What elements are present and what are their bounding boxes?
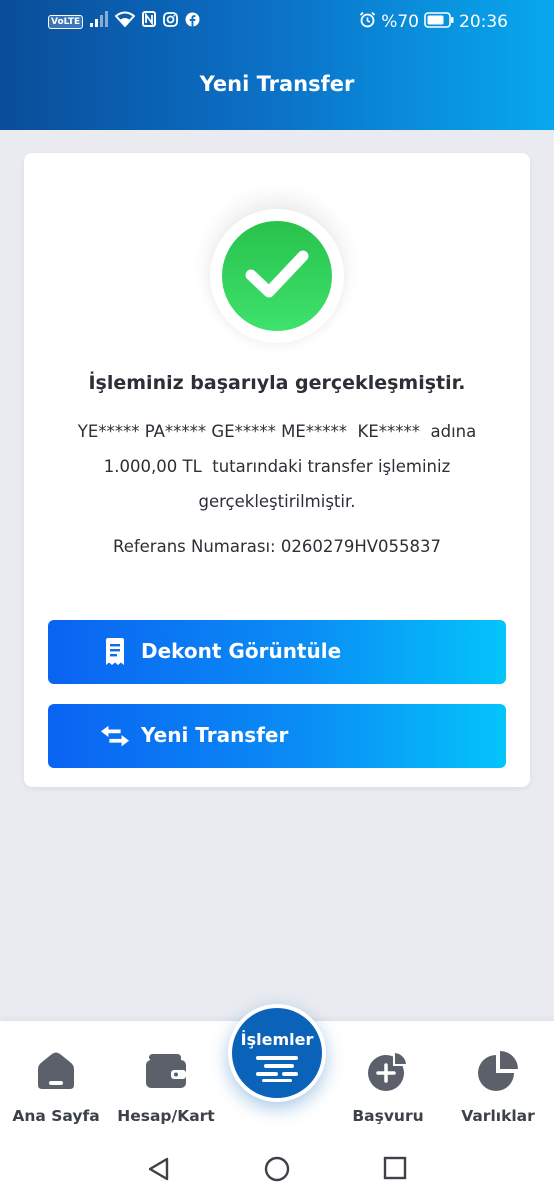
status-right: %70 20:36 bbox=[359, 11, 508, 33]
status-left: VoLTE bbox=[48, 11, 200, 32]
view-receipt-button[interactable]: Dekont Görüntüle bbox=[48, 620, 506, 684]
view-receipt-label: Dekont Görüntüle bbox=[141, 639, 342, 663]
nav-home-label: Ana Sayfa bbox=[12, 1107, 100, 1125]
transactions-fab[interactable]: İşlemler bbox=[228, 1004, 326, 1102]
success-circle bbox=[222, 221, 332, 331]
app-header: VoLTE %70 20:36 Yeni Transfer bbox=[0, 0, 554, 130]
battery-percent: %70 bbox=[381, 12, 419, 32]
recents-icon[interactable] bbox=[383, 1156, 407, 1184]
clock: 20:36 bbox=[459, 12, 508, 32]
success-badge bbox=[210, 209, 344, 343]
new-transfer-label: Yeni Transfer bbox=[141, 723, 289, 747]
nav-account-card-label: Hesap/Kart bbox=[117, 1107, 215, 1125]
check-icon bbox=[244, 247, 310, 305]
alarm-icon bbox=[359, 11, 376, 33]
result-card: İşleminiz başarıyla gerçekleşmiştir. YE*… bbox=[24, 153, 530, 787]
page-title: Yeni Transfer bbox=[199, 72, 355, 96]
wallet-icon bbox=[144, 1049, 188, 1093]
nav-assets-label: Varlıklar bbox=[461, 1107, 535, 1125]
nav-home[interactable]: Ana Sayfa bbox=[11, 1049, 101, 1125]
receipt-icon bbox=[100, 638, 130, 666]
new-transfer-button[interactable]: Yeni Transfer bbox=[48, 704, 506, 768]
facebook-icon bbox=[185, 12, 200, 32]
system-navigation bbox=[0, 1150, 554, 1190]
reference-number: Referans Numarası: 0260279HV055837 bbox=[112, 537, 442, 556]
message-line-1: YE***** PA***** GE***** ME***** KE***** … bbox=[77, 422, 477, 441]
back-icon[interactable] bbox=[146, 1156, 172, 1186]
transactions-list-icon bbox=[256, 1056, 298, 1086]
battery-icon bbox=[424, 11, 454, 33]
message-line-2: 1.000,00 TL tutarındaki transfer işlemin… bbox=[103, 457, 451, 476]
nav-application-label: Başvuru bbox=[352, 1107, 424, 1125]
transactions-fab-label: İşlemler bbox=[240, 1030, 314, 1049]
signal-icon bbox=[90, 11, 109, 32]
nfc-icon bbox=[142, 11, 157, 32]
home-circle-icon[interactable] bbox=[264, 1156, 290, 1186]
nav-assets[interactable]: Varlıklar bbox=[454, 1049, 542, 1125]
instagram-icon bbox=[163, 11, 179, 32]
message-line-3: gerçekleştirilmiştir. bbox=[198, 492, 356, 511]
volte-badge: VoLTE bbox=[48, 14, 84, 29]
home-icon bbox=[34, 1049, 78, 1093]
nav-account-card[interactable]: Hesap/Kart bbox=[116, 1049, 216, 1125]
transfer-arrows-icon bbox=[100, 722, 130, 750]
nav-application[interactable]: Başvuru bbox=[344, 1049, 432, 1125]
wifi-icon bbox=[114, 11, 136, 32]
pie-chart-icon bbox=[476, 1049, 520, 1093]
add-application-icon bbox=[366, 1049, 410, 1093]
success-title: İşleminiz başarıyla gerçekleşmiştir. bbox=[88, 372, 466, 394]
status-bar: VoLTE %70 20:36 bbox=[0, 0, 554, 44]
